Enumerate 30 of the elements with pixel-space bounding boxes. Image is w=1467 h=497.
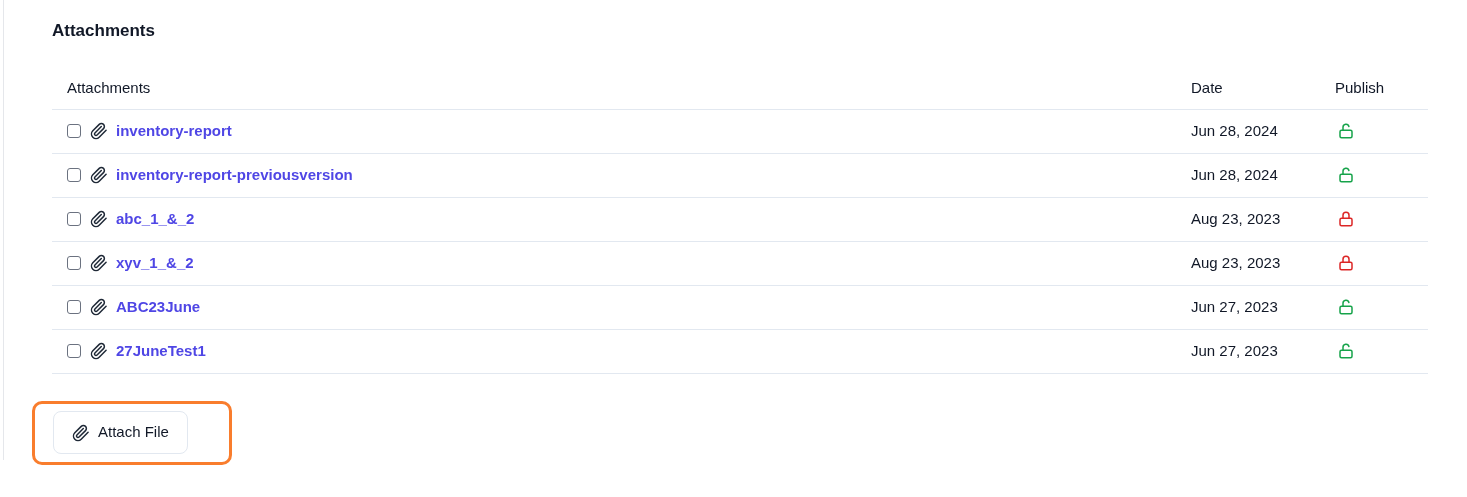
date-cell-text: Jun 27, 2023 [1191,296,1279,317]
section-title: Attachments [52,20,156,42]
checkbox[interactable] [67,124,81,138]
paperclip-icon [72,423,90,442]
column-header: Date [1191,77,1224,98]
attachment-link[interactable]: inventory-report [116,119,232,143]
date-cell-text: Jun 27, 2023 [1191,340,1279,361]
paperclip-icon [90,122,108,140]
attachment-link[interactable]: ABC23June [116,295,201,319]
paperclip-icon [90,254,108,272]
paperclip-icon [90,298,108,316]
attachment-link[interactable]: inventory-report-previousversion [116,163,353,187]
column-header: Attachments [67,77,151,98]
checkbox[interactable] [67,168,81,182]
checkbox[interactable] [67,212,81,226]
date-cell-text: Aug 23, 2023 [1191,252,1282,273]
date-cell-text: Jun 28, 2024 [1191,164,1279,185]
date-cell-text: Jun 28, 2024 [1191,120,1279,141]
attachment-link[interactable]: xyv_1_&_2 [116,251,194,275]
date-cell-text: Aug 23, 2023 [1191,208,1282,229]
column-header: Publish [1335,77,1386,98]
attachment-link[interactable]: 27JuneTest1 [116,339,206,363]
checkbox[interactable] [67,300,81,314]
checkbox[interactable] [67,344,81,358]
paperclip-icon [90,210,108,228]
attach-file-button[interactable]: Attach File [53,411,188,454]
paperclip-icon [90,342,108,360]
checkbox[interactable] [67,256,81,270]
paperclip-icon [90,166,108,184]
attachment-link[interactable]: abc_1_&_2 [116,207,195,231]
